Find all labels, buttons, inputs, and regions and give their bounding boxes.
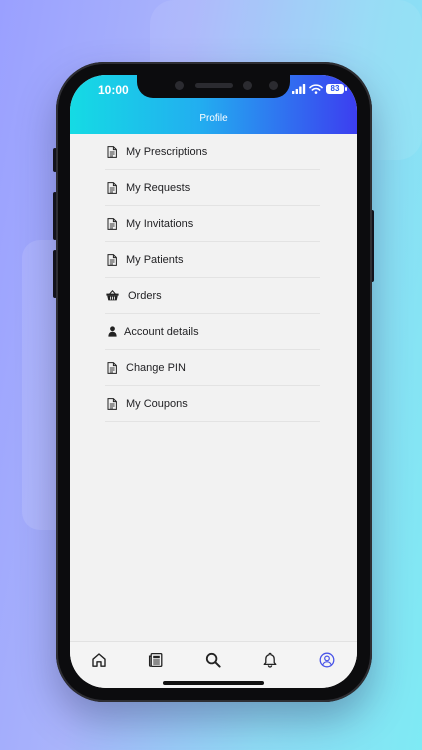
profile-menu: My Prescriptions My Requests My Invitati… [105, 134, 320, 422]
menu-item-label: Change PIN [126, 361, 186, 374]
profile-header: 10:00 83 Profile [70, 75, 357, 134]
tab-home[interactable] [89, 650, 109, 670]
menu-item-change-pin[interactable]: Change PIN [105, 350, 320, 386]
menu-item-label: My Requests [126, 181, 191, 194]
front-camera [243, 81, 252, 90]
bell-icon [263, 652, 277, 668]
menu-item-label: My Prescriptions [126, 145, 208, 158]
status-icons: 83 [292, 84, 352, 96]
earpiece-speaker [195, 83, 233, 88]
menu-item-my-requests[interactable]: My Requests [105, 170, 320, 206]
menu-item-my-coupons[interactable]: My Coupons [105, 386, 320, 422]
sensor [175, 81, 184, 90]
menu-item-label: Orders [128, 289, 162, 302]
tab-documents[interactable] [146, 650, 166, 670]
basket-icon [105, 289, 119, 303]
document-icon [105, 181, 119, 195]
menu-item-my-invitations[interactable]: My Invitations [105, 206, 320, 242]
document-icon [105, 145, 119, 159]
home-indicator [163, 681, 264, 685]
wifi-icon [309, 84, 323, 94]
menu-item-account-details[interactable]: Account details [105, 314, 320, 350]
sensor [269, 81, 278, 90]
search-icon [205, 652, 221, 668]
tab-search[interactable] [203, 650, 223, 670]
battery-icon: 83 [326, 84, 344, 94]
menu-item-my-prescriptions[interactable]: My Prescriptions [105, 134, 320, 170]
document-icon [105, 361, 119, 375]
menu-item-label: Account details [124, 325, 199, 338]
newspaper-icon [148, 652, 163, 668]
menu-item-label: My Invitations [126, 217, 194, 230]
tab-notifications[interactable] [260, 650, 280, 670]
phone-screen: 10:00 83 Profile My Prescriptions My Req… [70, 75, 357, 688]
menu-item-orders[interactable]: Orders [105, 278, 320, 314]
tab-profile[interactable] [317, 650, 337, 670]
menu-item-label: My Coupons [126, 397, 188, 410]
home-icon [92, 653, 106, 667]
page-title: Profile [199, 113, 228, 124]
cellular-signal-icon [292, 84, 306, 94]
document-icon [105, 397, 119, 411]
notch [137, 75, 290, 98]
menu-item-my-patients[interactable]: My Patients [105, 242, 320, 278]
document-icon [105, 253, 119, 267]
battery-tip [345, 87, 347, 91]
person-icon [105, 325, 119, 339]
document-icon [105, 217, 119, 231]
user-circle-icon [319, 652, 335, 668]
menu-item-label: My Patients [126, 253, 184, 266]
status-time: 10:00 [98, 83, 129, 97]
